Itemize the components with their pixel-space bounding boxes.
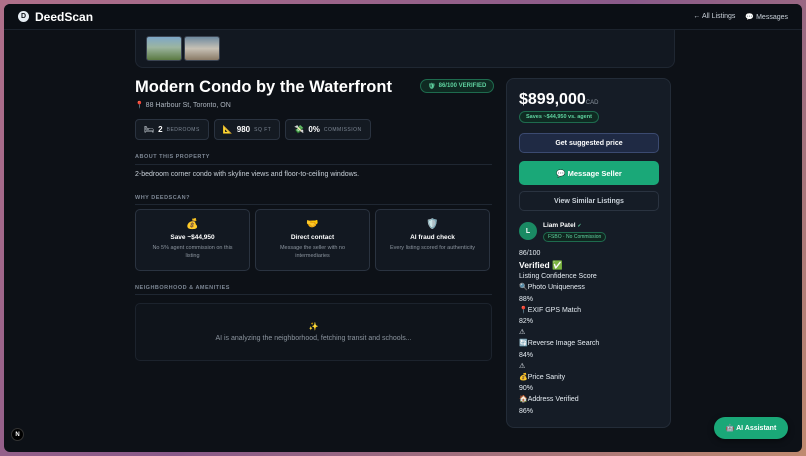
about-section-label: ABOUT THIS PROPERTY bbox=[135, 154, 210, 160]
checkmark-icon: ✓ bbox=[577, 223, 582, 229]
check-label: 🔄Reverse Image Search bbox=[519, 340, 600, 348]
verified-label: Verified ✅ bbox=[519, 260, 563, 271]
why-card-direct: 🤝 Direct contact Message the seller with… bbox=[255, 209, 370, 271]
card-subtitle: No 5% agent commission on this listing bbox=[152, 245, 233, 259]
photo-thumbnail[interactable] bbox=[184, 36, 220, 61]
warning-icon: ⚠ bbox=[519, 329, 526, 337]
card-title: AI fraud check bbox=[410, 234, 455, 241]
seller-tag: FSBO · No Commission bbox=[543, 232, 607, 242]
savings-badge: Saves ~$44,950 vs. agent bbox=[519, 111, 599, 123]
top-navbar: D DeedScan ← All Listings 💬 Messages bbox=[4, 4, 802, 30]
card-title: Save ~$44,950 bbox=[170, 234, 215, 241]
stat-unit: SQ FT bbox=[254, 126, 272, 133]
photo-gallery bbox=[135, 30, 675, 68]
top-nav: ← All Listings 💬 Messages bbox=[693, 13, 788, 21]
warning-icon: ⚠ bbox=[519, 362, 526, 370]
listing-address: 📍 88 Harbour St, Toronto, ON bbox=[135, 101, 231, 109]
ai-loading-text: AI is analyzing the neighborhood, fetchi… bbox=[215, 335, 412, 342]
seller-name: Liam Patel ✓ bbox=[543, 222, 582, 229]
price-currency: CAD bbox=[585, 100, 599, 106]
confidence-label: Listing Confidence Score bbox=[519, 273, 597, 281]
shield-icon: 🛡 bbox=[428, 83, 436, 90]
check-value: 90% bbox=[519, 385, 534, 393]
brand[interactable]: D DeedScan bbox=[18, 10, 93, 24]
check-label: 💰Price Sanity bbox=[519, 374, 566, 382]
neighborhood-ai-panel: ✨ AI is analyzing the neighborhood, fetc… bbox=[135, 303, 492, 361]
money-bag-icon: 💰 bbox=[186, 219, 199, 230]
check-value: 86% bbox=[519, 407, 534, 415]
score-value: 86/100 bbox=[519, 250, 541, 257]
photo-thumbnail[interactable] bbox=[146, 36, 182, 61]
why-card-savings: 💰 Save ~$44,950 No 5% agent commission o… bbox=[135, 209, 250, 271]
stat-sqft: 📐 980 SQ FT bbox=[213, 119, 281, 140]
seller-info: L Liam Patel ✓ FSBO · No Commission bbox=[519, 222, 664, 244]
sparkle-icon: ✨ bbox=[308, 322, 319, 331]
check-value: 84% bbox=[519, 351, 534, 359]
ai-assistant-button[interactable]: 🤖 AI Assistant bbox=[714, 417, 788, 439]
brand-logo-icon: D bbox=[18, 11, 29, 22]
ruler-icon: 📐 bbox=[222, 125, 233, 134]
brand-name: DeedScan bbox=[35, 9, 94, 24]
message-seller-button[interactable]: 💬 Message Seller bbox=[519, 161, 659, 185]
neighborhood-section-label: NEIGHBORHOOD & AMENITIES bbox=[135, 285, 230, 291]
listing-stats: 🛏 2 BEDROOMS 📐 980 SQ FT 💸 0% COMMISSION bbox=[135, 119, 371, 140]
price-value: $899,000 bbox=[519, 91, 586, 108]
check-value: 88% bbox=[519, 295, 534, 303]
back-arrow-icon: ← bbox=[693, 12, 701, 20]
card-subtitle: Every listing scored for authenticity bbox=[390, 245, 475, 251]
listing-title: Modern Condo by the Waterfront bbox=[135, 78, 392, 96]
get-suggested-price-button[interactable]: Get suggested price bbox=[519, 133, 659, 153]
stat-value: 2 bbox=[158, 125, 163, 134]
money-icon: 💸 bbox=[294, 125, 305, 134]
card-subtitle: Message the seller with no intermediarie… bbox=[279, 245, 346, 259]
section-divider bbox=[135, 294, 492, 295]
pin-icon: 📍 bbox=[135, 102, 144, 109]
card-title: Direct contact bbox=[290, 234, 335, 241]
address-text: 88 Harbour St, Toronto, ON bbox=[145, 102, 231, 109]
handshake-icon: 🤝 bbox=[306, 219, 319, 230]
check-label: 📍EXIF GPS Match bbox=[519, 306, 582, 314]
stat-value: 980 bbox=[236, 125, 251, 134]
listing-description: 2-bedroom corner condo with skyline view… bbox=[135, 171, 360, 178]
check-value: 82% bbox=[519, 318, 534, 326]
nextjs-dev-badge-icon[interactable]: N bbox=[11, 428, 24, 441]
section-divider bbox=[135, 204, 492, 205]
view-similar-listings-button[interactable]: View Similar Listings bbox=[519, 191, 659, 211]
check-label: 🔍Photo Uniqueness bbox=[519, 284, 585, 292]
why-cards: 💰 Save ~$44,950 No 5% agent commission o… bbox=[135, 209, 490, 271]
section-divider bbox=[135, 164, 492, 165]
seller-avatar: L bbox=[519, 222, 537, 240]
shield-icon: 🛡️ bbox=[426, 219, 439, 230]
listing-price: $899,000CAD bbox=[519, 91, 598, 109]
chat-bubble-icon: 💬 bbox=[745, 13, 755, 21]
stat-unit: BEDROOMS bbox=[166, 126, 200, 133]
nav-all-listings-label: All Listings bbox=[701, 12, 736, 20]
why-section-label: WHY DEEDSCAN? bbox=[135, 195, 190, 201]
bed-icon: 🛏 bbox=[144, 125, 155, 134]
stat-bedrooms: 🛏 2 BEDROOMS bbox=[135, 119, 209, 140]
stat-commission: 💸 0% COMMISSION bbox=[285, 119, 371, 140]
why-card-fraud: 🛡️ AI fraud check Every listing scored f… bbox=[375, 209, 490, 271]
verified-score-badge: 🛡 86/100 VERIFIED bbox=[420, 79, 495, 93]
nav-messages[interactable]: 💬 Messages bbox=[745, 13, 788, 21]
seller-name-text: Liam Patel bbox=[543, 222, 576, 229]
nav-messages-label: Messages bbox=[756, 13, 788, 21]
check-label: 🏠Address Verified bbox=[519, 396, 579, 404]
stat-value: 0% bbox=[308, 125, 320, 134]
verified-score-text: 86/100 VERIFIED bbox=[438, 83, 487, 89]
nav-all-listings[interactable]: ← All Listings bbox=[693, 13, 735, 21]
stat-unit: COMMISSION bbox=[323, 126, 362, 133]
confidence-score-list: 86/100 Verified ✅ Listing Confidence Sco… bbox=[519, 248, 599, 417]
price-sidebar: $899,000CAD Saves ~$44,950 vs. agent Get… bbox=[506, 78, 671, 428]
